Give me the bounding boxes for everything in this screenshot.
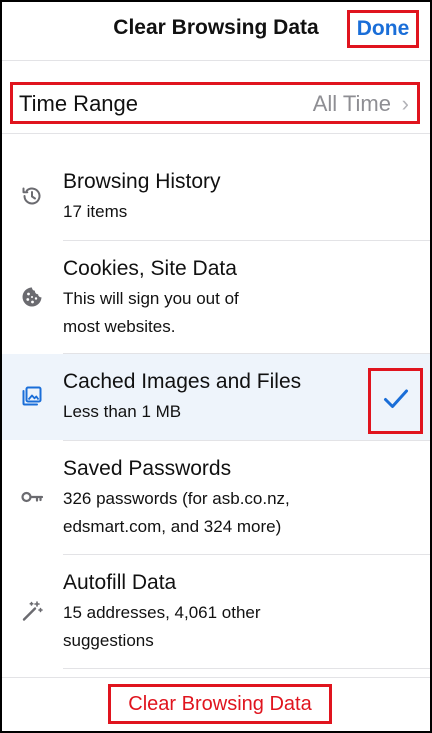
- item-subtitle-line2: suggestions: [63, 631, 154, 650]
- history-icon: [20, 184, 44, 208]
- item-title: Saved Passwords: [63, 457, 232, 480]
- item-subtitle-line2: edsmart.com, and 324 more): [63, 517, 282, 536]
- list-item-browsing-history[interactable]: Browsing History 17 items: [2, 154, 430, 240]
- list-item-autofill[interactable]: Autofill Data 15 addresses, 4,061 other …: [2, 555, 430, 667]
- checkmark-icon: [383, 388, 409, 415]
- key-icon: [20, 485, 44, 509]
- item-title: Browsing History: [63, 170, 221, 193]
- divider: [2, 677, 430, 678]
- item-subtitle-line1: This will sign you out of: [63, 289, 239, 308]
- item-subtitle: Less than 1 MB: [63, 402, 182, 421]
- done-button[interactable]: Done: [347, 10, 419, 48]
- list-item-cached-images[interactable]: Cached Images and Files Less than 1 MB: [2, 354, 430, 440]
- item-title: Cached Images and Files: [63, 370, 302, 393]
- item-subtitle-line2: most websites.: [63, 317, 176, 336]
- time-range-row[interactable]: Time Range All Time ›: [10, 82, 420, 124]
- item-subtitle-line1: 15 addresses, 4,061 other: [63, 603, 261, 622]
- magic-wand-icon: [20, 599, 44, 623]
- clear-browsing-data-button[interactable]: Clear Browsing Data: [108, 684, 332, 724]
- item-title: Autofill Data: [63, 571, 177, 594]
- item-subtitle-line1: 326 passwords (for asb.co.nz,: [63, 489, 290, 508]
- time-range-label: Time Range: [19, 91, 139, 116]
- time-range-value: All Time: [312, 91, 391, 116]
- image-icon: [20, 384, 44, 408]
- item-title: Cookies, Site Data: [63, 257, 237, 280]
- chevron-right-icon: ›: [401, 91, 409, 116]
- cookie-icon: [20, 285, 44, 309]
- app-frame: Clear Browsing Data Done Time Range All …: [2, 2, 430, 731]
- divider: [2, 133, 430, 134]
- item-subtitle: 17 items: [63, 202, 128, 221]
- divider: [63, 668, 430, 669]
- header: Clear Browsing Data Done: [2, 2, 430, 61]
- list-item-cookies[interactable]: Cookies, Site Data This will sign you ou…: [2, 241, 430, 353]
- list-item-saved-passwords[interactable]: Saved Passwords 326 passwords (for asb.c…: [2, 441, 430, 553]
- checkmark-toggle[interactable]: [368, 368, 423, 434]
